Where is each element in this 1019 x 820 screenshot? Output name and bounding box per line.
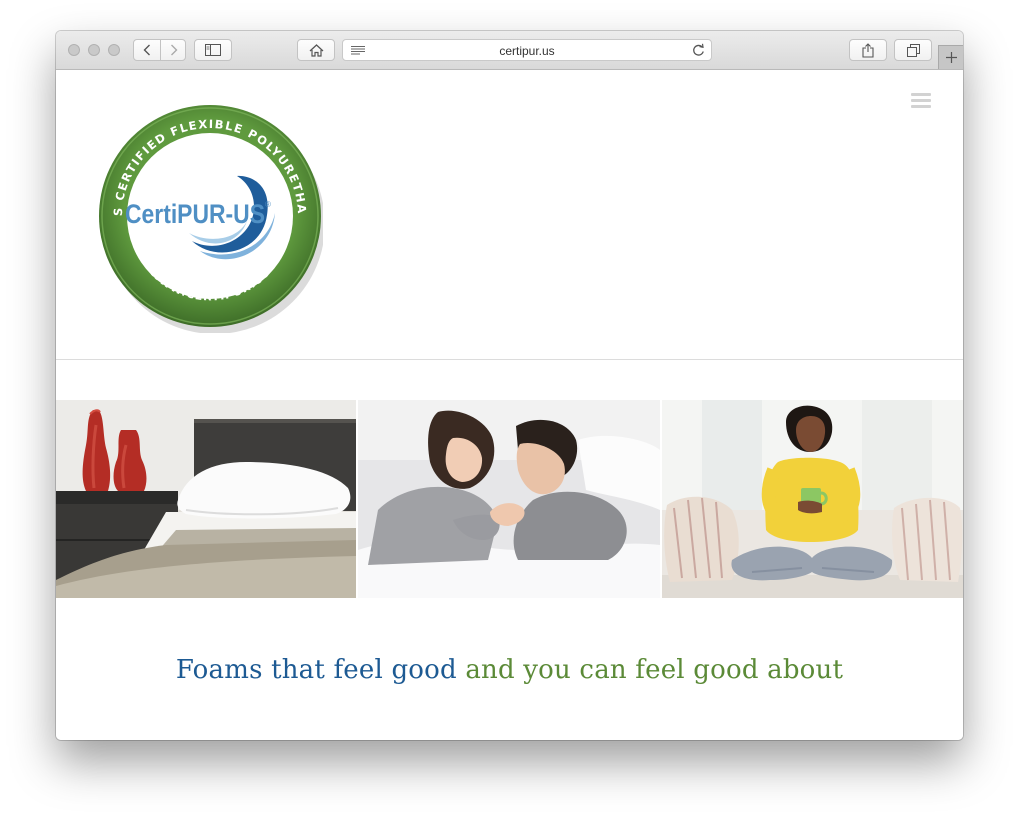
chevron-right-icon xyxy=(170,44,177,56)
registered-mark: ® xyxy=(265,200,271,209)
hero-image-strip xyxy=(56,400,963,598)
new-tab-button[interactable] xyxy=(938,45,963,69)
woman-with-mug-photo xyxy=(662,400,963,598)
sidebar-icon xyxy=(205,44,221,56)
home-icon xyxy=(309,43,323,57)
logo-brand-text: CertiPUR-US xyxy=(125,199,265,229)
forward-button[interactable] xyxy=(161,40,186,60)
address-bar[interactable]: certipur.us xyxy=(342,39,712,61)
tabs-overview-icon xyxy=(906,43,920,57)
bedroom-pillow-photo xyxy=(56,400,356,598)
zoom-window-button[interactable] xyxy=(108,44,120,56)
menu-button[interactable] xyxy=(911,93,931,109)
home-button[interactable] xyxy=(297,39,335,61)
web-page: CONTAINS CERTIFIED FLEXIBLE POLYURETHANE… xyxy=(56,70,963,740)
chevron-left-icon xyxy=(143,44,150,56)
plus-icon xyxy=(945,52,957,63)
tagline: Foams that feel good and you can feel go… xyxy=(56,655,963,685)
header-divider xyxy=(56,359,963,360)
show-tabs-button[interactable] xyxy=(894,39,932,61)
tagline-part-1: Foams that feel good xyxy=(175,655,457,685)
browser-window: certipur.us S CERTIFIED FLEXIBLE POLYURE… xyxy=(56,31,963,740)
back-forward-group xyxy=(133,39,186,61)
share-icon xyxy=(862,42,874,58)
certipur-us-logo[interactable]: CONTAINS CERTIFIED FLEXIBLE POLYURETHANE… xyxy=(97,103,323,333)
close-window-button[interactable] xyxy=(68,44,80,56)
sidebar-button[interactable] xyxy=(194,39,232,61)
reload-icon[interactable] xyxy=(692,43,705,57)
minimize-window-button[interactable] xyxy=(88,44,100,56)
couple-in-bed-photo xyxy=(358,400,660,598)
tagline-part-2: and you can feel good about xyxy=(465,655,844,685)
share-button[interactable] xyxy=(849,39,887,61)
back-button[interactable] xyxy=(134,40,160,60)
browser-toolbar: certipur.us xyxy=(56,31,963,70)
url-text: certipur.us xyxy=(499,44,555,58)
